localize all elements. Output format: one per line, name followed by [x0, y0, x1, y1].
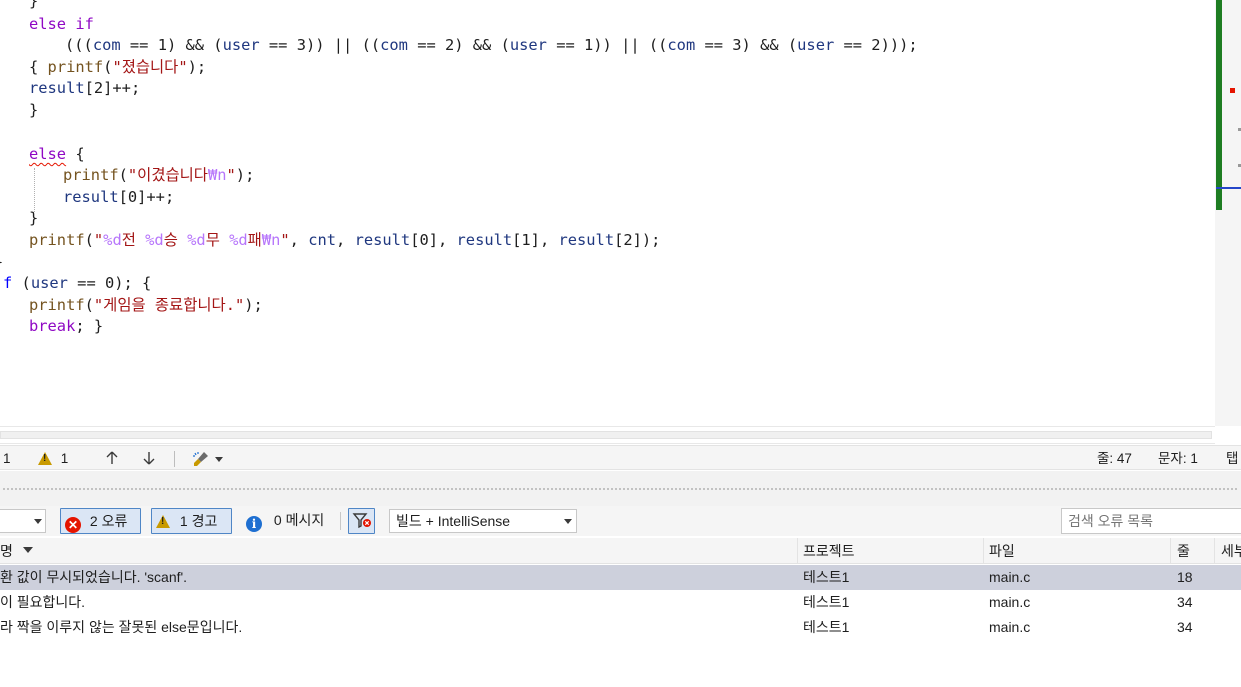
column-divider[interactable] [1170, 538, 1171, 564]
error-list-header: 명 프로젝트 파일 줄 세부 [0, 538, 1241, 564]
error-line: 34 [1177, 619, 1193, 635]
error-project: 테스트1 [803, 594, 850, 610]
error-file[interactable]: main.c [989, 590, 1030, 615]
error-description: 이 필요합니다. [0, 594, 86, 610]
code-line-6[interactable]: } [29, 99, 38, 121]
code-line-4[interactable]: { printf("졌습니다"); [29, 56, 206, 78]
error-project: 테스트1 [803, 569, 850, 585]
code-line-12[interactable]: } [0, 251, 3, 273]
error-description: 환 값이 무시되었습니다. 'scanf'. [0, 569, 188, 585]
warning-icon [38, 452, 52, 465]
error-description: 라 짝을 이루지 않는 잘못된 else문입니다. [0, 619, 243, 635]
arrow-up-icon [106, 451, 118, 464]
error-list-table: 명 프로젝트 파일 줄 세부 환 값이 무시되었습니다. 'scanf'. 테스… [0, 538, 1241, 687]
error-count[interactable]: 1 [3, 450, 11, 467]
table-row[interactable]: 이 필요합니다. 테스트1 main.c 34 [0, 590, 1241, 615]
change-tracking-bar [1216, 0, 1222, 210]
column-header-file[interactable]: 파일 [989, 538, 1015, 564]
error-file[interactable]: main.c [989, 615, 1030, 640]
column-divider[interactable] [983, 538, 984, 564]
info-icon: i [246, 516, 262, 532]
warning-indicator[interactable]: 1 [38, 450, 68, 467]
column-header-description[interactable]: 명 [0, 538, 33, 564]
code-line-2[interactable]: else if [29, 13, 94, 35]
caret-position-marker [1216, 187, 1241, 189]
column-header-project[interactable]: 프로젝트 [803, 538, 855, 564]
horizontal-scrollbar[interactable] [0, 426, 1215, 444]
next-issue-button[interactable] [141, 450, 157, 467]
code-line-3[interactable]: (((com == 1) && (user == 3)) || ((com ==… [65, 34, 918, 56]
code-editor[interactable]: } else if (((com == 1) && (user == 3)) |… [0, 0, 1241, 426]
table-row[interactable]: 라 짝을 이루지 않는 잘못된 else문입니다. 테스트1 main.c 34 [0, 615, 1241, 640]
code-line-15[interactable]: break; } [29, 315, 103, 337]
filter-button[interactable] [348, 508, 375, 534]
code-line-8[interactable]: printf("이겼습니다₩n"); [63, 164, 254, 186]
char-indicator[interactable]: 문자: 1 [1158, 450, 1198, 467]
chevron-down-icon [564, 519, 572, 524]
code-line-9[interactable]: result[0]++; [63, 186, 174, 208]
code-line-7[interactable]: else { [29, 143, 85, 165]
error-line: 18 [1177, 569, 1193, 585]
splitter-grip[interactable] [2, 487, 1239, 491]
warning-count: 1 [60, 451, 69, 466]
previous-issue-button[interactable] [104, 450, 120, 467]
code-line-1[interactable]: } [29, 0, 38, 12]
filter-icon [352, 513, 371, 529]
code-line-5[interactable]: result[2]++; [29, 77, 140, 99]
error-icon: ✕ [65, 517, 81, 533]
error-marker[interactable] [1230, 88, 1235, 93]
errors-filter-label: 2 오류 [89, 513, 128, 529]
line-indicator[interactable]: 줄: 47 [1097, 450, 1132, 467]
warning-icon [156, 515, 170, 528]
error-file[interactable]: main.c [989, 565, 1030, 590]
messages-filter-button[interactable]: i 0 메시지 [242, 508, 334, 534]
column-divider[interactable] [1214, 538, 1215, 564]
code-line-14[interactable]: printf("게임을 종료합니다."); [29, 294, 263, 316]
status-divider [174, 451, 175, 467]
editor-status-bar: 1 1 줄: 47 문자: 1 탭 [0, 445, 1241, 470]
build-source-value: 빌드 + IntelliSense [396, 513, 511, 529]
scope-dropdown[interactable] [0, 509, 46, 533]
panel-splitter[interactable] [0, 471, 1241, 506]
column-header-line[interactable]: 줄 [1177, 538, 1190, 564]
code-line-11[interactable]: printf("%d전 %d승 %d무 %d패₩n", cnt, result[… [29, 229, 660, 251]
code-line-10[interactable]: } [29, 207, 38, 229]
sort-descending-icon [22, 547, 33, 553]
messages-filter-label: 0 메시지 [273, 512, 325, 528]
error-project: 테스트1 [803, 619, 850, 635]
warnings-filter-button[interactable]: 1 경고 [151, 508, 232, 534]
arrow-down-icon [143, 452, 155, 465]
warnings-filter-label: 1 경고 [179, 513, 218, 529]
table-row[interactable]: 환 값이 무시되었습니다. 'scanf'. 테스트1 main.c 18 [0, 565, 1241, 590]
build-source-dropdown[interactable]: 빌드 + IntelliSense [389, 509, 577, 533]
column-divider[interactable] [797, 538, 798, 564]
chevron-down-icon [34, 519, 42, 524]
code-cleanup-button[interactable] [192, 450, 223, 467]
toolbar-divider [340, 512, 341, 530]
error-line: 34 [1177, 594, 1193, 610]
error-list-toolbar: ✕ 2 오류 1 경고 i 0 메시지 빌드 + IntelliSense [0, 506, 1241, 536]
tab-indicator[interactable]: 탭 [1226, 450, 1238, 467]
scrollbar-track[interactable] [0, 431, 1212, 439]
errors-filter-button[interactable]: ✕ 2 오류 [60, 508, 141, 534]
search-errors-input[interactable] [1061, 508, 1241, 534]
code-line-13[interactable]: f (user == 0); { [3, 272, 151, 294]
indent-guide [34, 168, 35, 212]
brush-icon [193, 452, 208, 466]
chevron-down-icon [215, 457, 223, 462]
column-header-extra[interactable]: 세부 [1221, 538, 1241, 564]
